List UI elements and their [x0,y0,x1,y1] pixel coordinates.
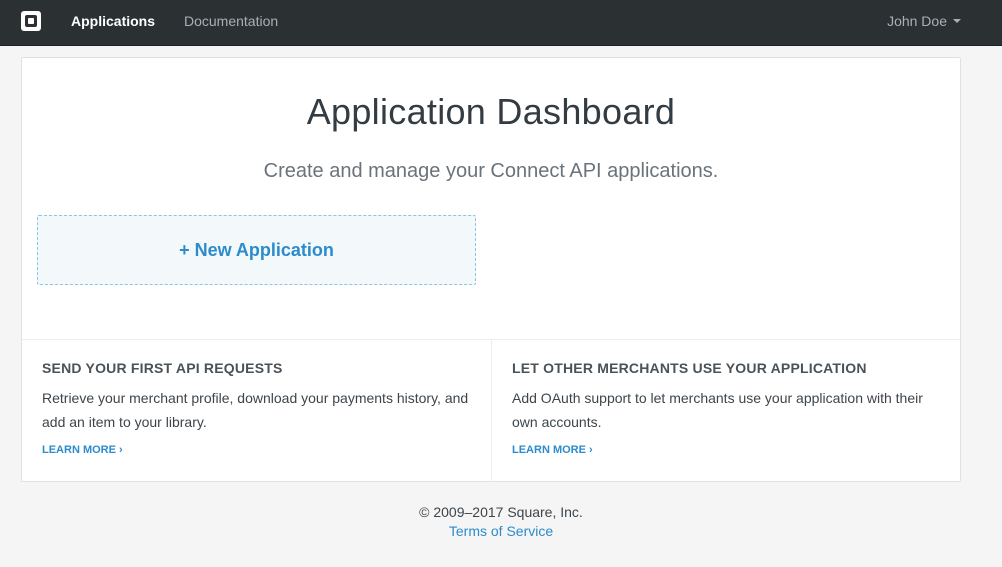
logo-inner-square [28,18,34,24]
panel-text: Add OAuth support to let merchants use y… [512,390,923,430]
chevron-right-icon: › [588,444,593,456]
nav-link-documentation[interactable]: Documentation [184,13,278,30]
panel-heading: LET OTHER MERCHANTS USE YOUR APPLICATION [512,360,867,376]
chevron-right-icon: › [118,444,123,456]
learn-more-label: LEARN MORE [512,444,586,456]
learn-more-link[interactable]: LEARN MORE › [42,443,123,457]
nav-link-applications[interactable]: Applications [71,13,155,30]
caret-down-icon [953,19,961,23]
terms-of-service-link[interactable]: Terms of Service [0,522,1002,541]
copyright-text: © 2009–2017 Square, Inc. [419,504,583,520]
info-panels: SEND YOUR FIRST API REQUESTS Retrieve yo… [22,339,960,482]
page-subtitle: Create and manage your Connect API appli… [263,160,719,182]
panel-heading: SEND YOUR FIRST API REQUESTS [42,360,283,376]
square-logo-icon[interactable] [21,11,41,31]
new-application-button[interactable]: + New Application [37,215,476,285]
top-navbar: Applications Documentation John Doe [0,0,1002,46]
user-name: John Doe [887,13,947,29]
panel-text: Retrieve your merchant profile, download… [42,390,469,430]
dashboard-card: Application Dashboard Create and manage … [21,57,961,482]
panel-other-merchants: LET OTHER MERCHANTS USE YOUR APPLICATION… [491,340,960,482]
page-footer: © 2009–2017 Square, Inc. Terms of Servic… [0,503,1002,541]
page-title: Application Dashboard [306,91,676,132]
user-menu[interactable]: John Doe [887,13,961,30]
panel-first-api-requests: SEND YOUR FIRST API REQUESTS Retrieve yo… [22,340,491,482]
learn-more-label: LEARN MORE [42,444,116,456]
learn-more-link[interactable]: LEARN MORE › [512,443,593,457]
